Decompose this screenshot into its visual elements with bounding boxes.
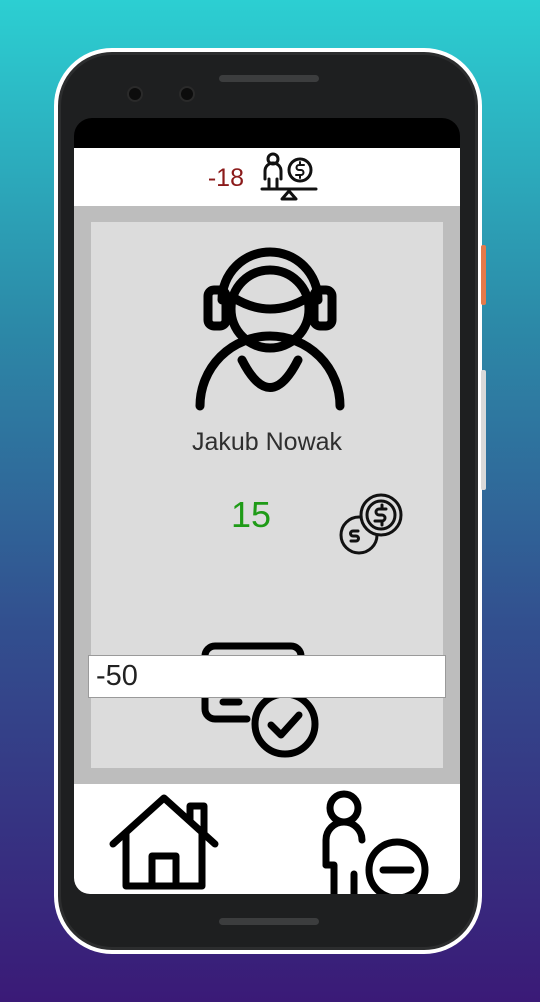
front-camera [127,86,143,102]
user-name: Jakub Nowak [191,428,343,456]
front-sensor [179,86,195,102]
home-icon[interactable] [108,794,220,894]
earpiece-speaker [219,75,319,82]
app-screen: -18 Jakub Nowak 15 -50 [74,118,460,894]
balance-scale-person-dollar-icon [260,151,318,210]
bottom-nav [74,784,460,894]
bottom-speaker [219,918,319,925]
coins-dollar-icon [338,490,404,561]
amount-input[interactable] [88,655,446,698]
power-button [481,370,486,490]
balance-value: -18 [207,164,244,192]
content-area: Jakub Nowak 15 [74,206,460,784]
user-headphones-icon [194,240,346,417]
volume-button [481,245,486,305]
top-bar: -18 [74,148,460,206]
points-value: 15 [230,494,272,535]
remove-user-icon[interactable] [312,790,430,894]
